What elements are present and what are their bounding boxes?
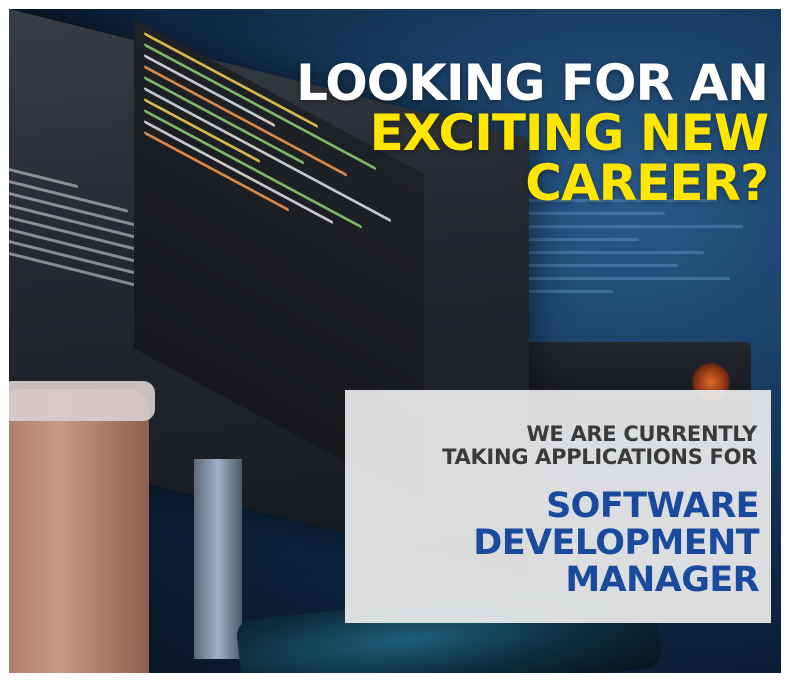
coffee-cup-lid <box>9 381 155 421</box>
card-subtitle-line-1: WE ARE CURRENTLY <box>526 422 758 446</box>
coffee-cup <box>9 389 149 673</box>
job-title: SOFTWARE DEVELOPMENT MANAGER <box>473 486 760 601</box>
card-subtitle: WE ARE CURRENTLY TAKING APPLICATIONS FOR <box>442 423 757 468</box>
job-title-line-2: DEVELOPMENT <box>473 523 759 564</box>
job-card: WE ARE CURRENTLY TAKING APPLICATIONS FOR… <box>345 390 771 623</box>
headline-line-2: EXCITING NEW <box>369 104 769 162</box>
headline-line-3: CAREER? <box>525 154 769 212</box>
ad-frame: LOOKING FOR AN EXCITING NEW CAREER? WE A… <box>0 0 790 682</box>
job-title-line-1: SOFTWARE <box>546 486 760 526</box>
card-subtitle-line-2: TAKING APPLICATIONS FOR <box>442 444 757 469</box>
job-title-line-3: MANAGER <box>565 560 759 601</box>
monitor-stand <box>194 459 242 659</box>
headline: LOOKING FOR AN EXCITING NEW CAREER? <box>296 54 769 212</box>
headline-line-1: LOOKING FOR AN <box>296 54 769 112</box>
